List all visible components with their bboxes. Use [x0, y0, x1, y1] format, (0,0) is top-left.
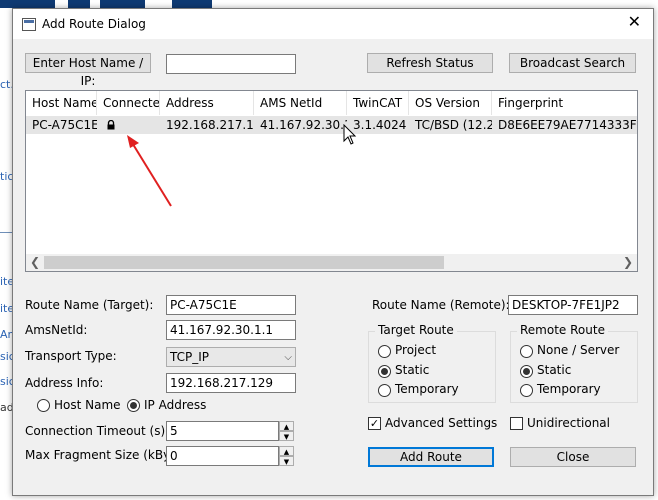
amsnetid-label: AmsNetId:: [25, 323, 88, 337]
cell-ams-netid: 41.167.92.30.1.1: [260, 118, 347, 132]
advanced-settings-label: Advanced Settings: [385, 416, 498, 430]
scrollbar-thumb[interactable]: [44, 256, 444, 269]
column-header-os-version[interactable]: OS Version: [409, 91, 492, 115]
route-name-target-input[interactable]: PC-A75C1E: [166, 295, 296, 315]
scroll-right-icon[interactable]: ❯: [623, 255, 633, 269]
target-project-radio[interactable]: [378, 345, 391, 358]
stepper-up-icon[interactable]: ▲: [279, 421, 294, 431]
target-temporary-radio[interactable]: [378, 384, 391, 397]
broadcast-search-button[interactable]: Broadcast Search: [509, 53, 636, 73]
ip-address-radio[interactable]: [127, 399, 140, 412]
route-name-remote-input[interactable]: DESKTOP-7FE1JP2: [508, 295, 638, 315]
address-info-input[interactable]: 192.168.217.129: [166, 373, 296, 393]
scroll-left-icon[interactable]: ❮: [30, 255, 40, 269]
max-fragment-input[interactable]: 0: [166, 446, 279, 466]
app-window-icon: [22, 18, 36, 31]
stepper-down-icon[interactable]: ▼: [279, 456, 294, 466]
cell-fingerprint: D8E6EE79AE7714333F228D: [498, 118, 637, 132]
lock-icon: [107, 120, 115, 130]
remote-static-radio[interactable]: [520, 365, 533, 378]
route-list[interactable]: Host Name Connected Address AMS NetId Tw…: [25, 90, 638, 272]
route-name-remote-label: Route Name (Remote):: [372, 298, 510, 312]
remote-route-title: Remote Route: [517, 323, 608, 337]
unidirectional-label: Unidirectional: [527, 416, 610, 430]
column-header-twincat[interactable]: TwinCAT: [347, 91, 409, 115]
connection-timeout-stepper[interactable]: ▲ ▼: [279, 421, 294, 441]
route-name-target-label: Route Name (Target):: [25, 298, 154, 312]
advanced-settings-checkbox[interactable]: ✓: [368, 417, 381, 430]
remote-none-radio[interactable]: [520, 345, 533, 358]
column-header-connected[interactable]: Connected: [97, 91, 160, 115]
unidirectional-checkbox[interactable]: [510, 417, 523, 430]
title-bar[interactable]: Add Route Dialog ✕: [13, 9, 653, 39]
max-fragment-stepper[interactable]: ▲ ▼: [279, 446, 294, 466]
transport-type-label: Transport Type:: [25, 349, 117, 363]
column-header-address[interactable]: Address: [160, 91, 254, 115]
target-route-title: Target Route: [375, 323, 457, 337]
horizontal-scrollbar[interactable]: ❮ ❯: [26, 254, 637, 271]
cell-os-version: TC/BSD (12.2): [415, 118, 492, 132]
target-route-group: Target Route Project Static Temporary: [368, 323, 496, 403]
window-title: Add Route Dialog: [42, 17, 146, 31]
amsnetid-input[interactable]: 41.167.92.30.1.1: [166, 320, 296, 340]
stepper-down-icon[interactable]: ▼: [279, 431, 294, 441]
transport-type-combo[interactable]: TCP_IP ⌵: [166, 347, 296, 367]
close-button[interactable]: Close: [510, 447, 636, 467]
host-name-option-label: Host Name: [54, 398, 121, 412]
add-route-dialog: Add Route Dialog ✕ Enter Host Name / IP:…: [12, 8, 654, 496]
transport-type-value: TCP_IP: [170, 350, 210, 364]
remote-temporary-radio[interactable]: [520, 384, 533, 397]
host-name-radio[interactable]: [37, 399, 50, 412]
remote-temporary-label: Temporary: [537, 382, 601, 396]
address-info-label: Address Info:: [25, 376, 104, 390]
chevron-down-icon: ⌵: [284, 352, 292, 363]
table-row[interactable]: PC-A75C1E 192.168.217.129 41.167.92.30.1…: [26, 116, 637, 134]
enter-host-button[interactable]: Enter Host Name / IP:: [25, 53, 151, 88]
target-temporary-label: Temporary: [395, 382, 459, 396]
column-header-ams-netid[interactable]: AMS NetId: [254, 91, 347, 115]
column-header-host-name[interactable]: Host Name: [26, 91, 97, 115]
connection-timeout-input[interactable]: 5: [166, 421, 279, 441]
background-logo: [0, 0, 230, 8]
target-static-label: Static: [395, 363, 430, 377]
stepper-up-icon[interactable]: ▲: [279, 446, 294, 456]
annotation-arrow-icon: [127, 135, 172, 207]
column-header-fingerprint[interactable]: Fingerprint: [492, 91, 637, 115]
target-static-radio[interactable]: [378, 365, 391, 378]
remote-none-label: None / Server: [537, 343, 620, 357]
target-project-label: Project: [395, 343, 437, 357]
remote-static-label: Static: [537, 363, 572, 377]
ip-address-option-label: IP Address: [144, 398, 207, 412]
close-icon[interactable]: ✕: [628, 14, 641, 30]
mouse-cursor-icon: [343, 124, 357, 145]
cell-host-name: PC-A75C1E: [32, 118, 97, 132]
add-route-button[interactable]: Add Route: [368, 447, 494, 467]
background-divider: [0, 232, 12, 233]
refresh-status-button[interactable]: Refresh Status: [367, 53, 493, 73]
connection-timeout-label: Connection Timeout (s):: [25, 424, 170, 438]
remote-route-group: Remote Route None / Server Static Tempor…: [510, 323, 638, 403]
host-ip-input[interactable]: [166, 54, 296, 74]
